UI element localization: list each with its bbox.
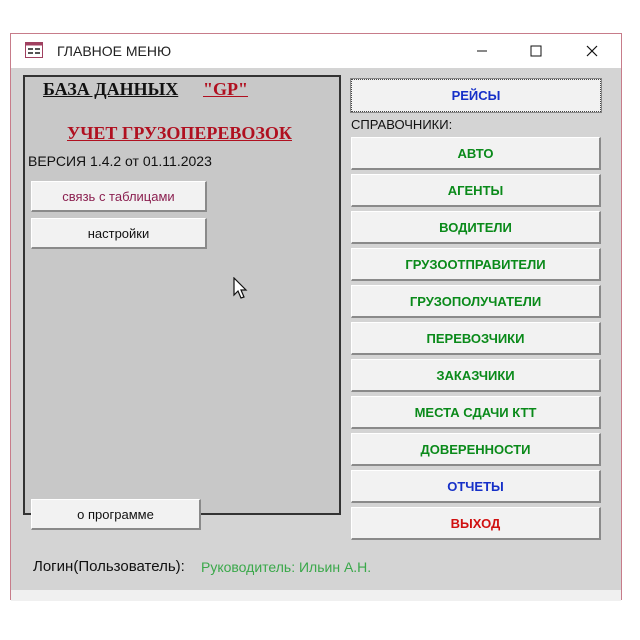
maximize-icon	[530, 45, 542, 57]
customers-button[interactable]: ЗАКАЗЧИКИ	[351, 359, 601, 392]
auto-button[interactable]: АВТО	[351, 137, 601, 170]
db-title: БАЗА ДАННЫХ	[43, 79, 179, 99]
form-body: БАЗА ДАННЫХ "GP" УЧЕТ ГРУЗОПЕРЕВОЗОК ВЕР…	[11, 68, 621, 601]
delivery-places-button[interactable]: МЕСТА СДАЧИ КТТ	[351, 396, 601, 429]
about-button[interactable]: о программе	[31, 499, 201, 530]
app-title: УЧЕТ ГРУЗОПЕРЕВОЗОК	[67, 123, 292, 143]
login-label: Логин(Пользователь):	[33, 558, 185, 575]
version-text: ВЕРСИЯ 1.4.2 от 01.11.2023	[28, 153, 212, 169]
reports-button[interactable]: ОТЧЕТЫ	[351, 470, 601, 503]
maximize-button[interactable]	[513, 34, 559, 68]
shippers-button[interactable]: ГРУЗООТПРАВИТЕЛИ	[351, 248, 601, 281]
bottom-band	[11, 590, 621, 601]
info-panel: БАЗА ДАННЫХ "GP" УЧЕТ ГРУЗОПЕРЕВОЗОК ВЕР…	[23, 75, 341, 530]
exit-button[interactable]: ВЫХОД	[351, 507, 601, 540]
consignees-button[interactable]: ГРУЗОПОЛУЧАТЕЛИ	[351, 285, 601, 318]
minimize-button[interactable]	[459, 34, 505, 68]
window-title: ГЛАВНОЕ МЕНЮ	[57, 43, 172, 59]
title-bar[interactable]: ГЛАВНОЕ МЕНЮ	[11, 34, 621, 68]
carriers-button[interactable]: ПЕРЕВОЗЧИКИ	[351, 322, 601, 355]
mouse-pointer-icon	[233, 277, 248, 299]
minimize-icon	[477, 50, 487, 52]
settings-button[interactable]: настройки	[31, 218, 207, 249]
trips-button[interactable]: РЕЙСЫ	[350, 78, 602, 113]
power-of-attorney-button[interactable]: ДОВЕРЕННОСТИ	[351, 433, 601, 466]
login-value: Руководитель: Ильин А.Н.	[201, 559, 372, 575]
close-button[interactable]	[569, 34, 615, 68]
main-menu-window: ГЛАВНОЕ МЕНЮ БАЗА ДАННЫХ "GP" УЧЕТ ГРУЗО…	[10, 33, 622, 601]
db-code: "GP"	[203, 79, 248, 99]
form-icon	[25, 42, 43, 58]
close-icon	[586, 45, 598, 57]
drivers-button[interactable]: ВОДИТЕЛИ	[351, 211, 601, 244]
link-tables-button[interactable]: связь с таблицами	[31, 181, 207, 212]
agents-button[interactable]: АГЕНТЫ	[351, 174, 601, 207]
references-label: СПРАВОЧНИКИ:	[351, 117, 453, 132]
